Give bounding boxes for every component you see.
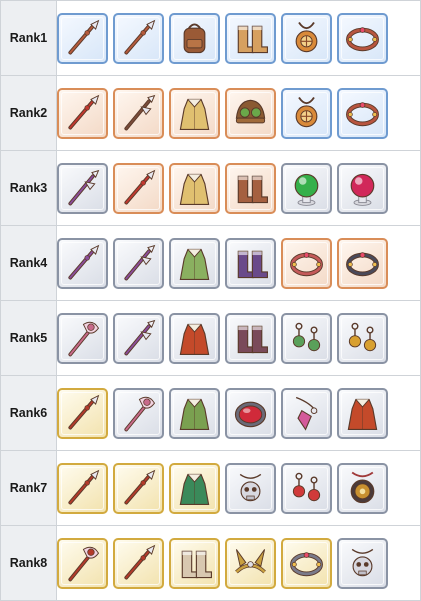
equipment-slot[interactable]	[281, 87, 332, 139]
equipment-slot[interactable]	[57, 237, 108, 289]
rank-row: Rank5	[0, 300, 421, 376]
equipment-slot-group	[57, 87, 420, 139]
equipment-slot[interactable]	[281, 12, 332, 64]
equipment-slot[interactable]	[281, 162, 332, 214]
equipment-slot-group	[57, 162, 420, 214]
equipment-slot-group	[57, 237, 420, 289]
rank-label: Rank1	[0, 0, 57, 76]
rank-label: Rank7	[0, 450, 57, 526]
equipment-slots-cell	[56, 150, 421, 226]
equipment-slot[interactable]	[113, 312, 164, 364]
equipment-slot[interactable]	[225, 387, 276, 439]
equipment-slot[interactable]	[225, 312, 276, 364]
rank-label: Rank6	[0, 375, 57, 451]
rank-row: Rank2	[0, 75, 421, 151]
equipment-slot[interactable]	[225, 237, 276, 289]
equipment-slot-group	[57, 387, 420, 439]
rank-label: Rank4	[0, 225, 57, 301]
equipment-slot[interactable]	[57, 87, 108, 139]
equipment-slot[interactable]	[57, 162, 108, 214]
equipment-slot[interactable]	[113, 162, 164, 214]
equipment-slot[interactable]	[169, 162, 220, 214]
equipment-slot[interactable]	[113, 387, 164, 439]
equipment-slot[interactable]	[225, 12, 276, 64]
equipment-slot[interactable]	[169, 87, 220, 139]
equipment-slot[interactable]	[113, 12, 164, 64]
rank-label: Rank5	[0, 300, 57, 376]
equipment-slot[interactable]	[225, 462, 276, 514]
rank-row: Rank3	[0, 150, 421, 226]
equipment-slot[interactable]	[57, 462, 108, 514]
equipment-slot[interactable]	[169, 237, 220, 289]
equipment-slot[interactable]	[57, 537, 108, 589]
equipment-slots-cell	[56, 75, 421, 151]
equipment-slots-cell	[56, 375, 421, 451]
rank-row: Rank1	[0, 0, 421, 76]
equipment-slot[interactable]	[57, 387, 108, 439]
equipment-slot-group	[57, 537, 420, 589]
rank-row: Rank6	[0, 375, 421, 451]
equipment-slot[interactable]	[169, 12, 220, 64]
rank-row: Rank7	[0, 450, 421, 526]
rank-label: Rank2	[0, 75, 57, 151]
rank-rows: Rank1 Rank2 Rank3 Rank4 Rank5 Rank6 Rank…	[0, 0, 421, 601]
rank-row: Rank4	[0, 225, 421, 301]
equipment-slot[interactable]	[57, 12, 108, 64]
equipment-slots-cell	[56, 225, 421, 301]
equipment-slots-cell	[56, 300, 421, 376]
equipment-slot[interactable]	[337, 312, 388, 364]
rank-equipment-table: Rank1 Rank2 Rank3 Rank4 Rank5 Rank6 Rank…	[0, 0, 421, 601]
equipment-slot[interactable]	[337, 87, 388, 139]
equipment-slot-group	[57, 312, 420, 364]
equipment-slot[interactable]	[169, 537, 220, 589]
equipment-slot[interactable]	[57, 312, 108, 364]
equipment-slots-cell	[56, 525, 421, 601]
equipment-slot[interactable]	[281, 387, 332, 439]
rank-label: Rank3	[0, 150, 57, 226]
equipment-slot[interactable]	[337, 237, 388, 289]
equipment-slot-group	[57, 12, 420, 64]
rank-label: Rank8	[0, 525, 57, 601]
equipment-slot[interactable]	[281, 312, 332, 364]
equipment-slot-group	[57, 462, 420, 514]
equipment-slot[interactable]	[169, 312, 220, 364]
equipment-slot[interactable]	[225, 87, 276, 139]
equipment-slot[interactable]	[169, 387, 220, 439]
equipment-slot[interactable]	[281, 537, 332, 589]
equipment-slot[interactable]	[337, 537, 388, 589]
equipment-slot[interactable]	[113, 237, 164, 289]
equipment-slot[interactable]	[337, 387, 388, 439]
equipment-slot[interactable]	[113, 462, 164, 514]
equipment-slots-cell	[56, 450, 421, 526]
equipment-slot[interactable]	[337, 162, 388, 214]
equipment-slot[interactable]	[113, 537, 164, 589]
equipment-slot[interactable]	[225, 162, 276, 214]
equipment-slot[interactable]	[225, 537, 276, 589]
equipment-slot[interactable]	[281, 237, 332, 289]
rank-row: Rank8	[0, 525, 421, 601]
equipment-slot[interactable]	[337, 462, 388, 514]
equipment-slots-cell	[56, 0, 421, 76]
equipment-slot[interactable]	[337, 12, 388, 64]
equipment-slot[interactable]	[281, 462, 332, 514]
equipment-slot[interactable]	[169, 462, 220, 514]
equipment-slot[interactable]	[113, 87, 164, 139]
